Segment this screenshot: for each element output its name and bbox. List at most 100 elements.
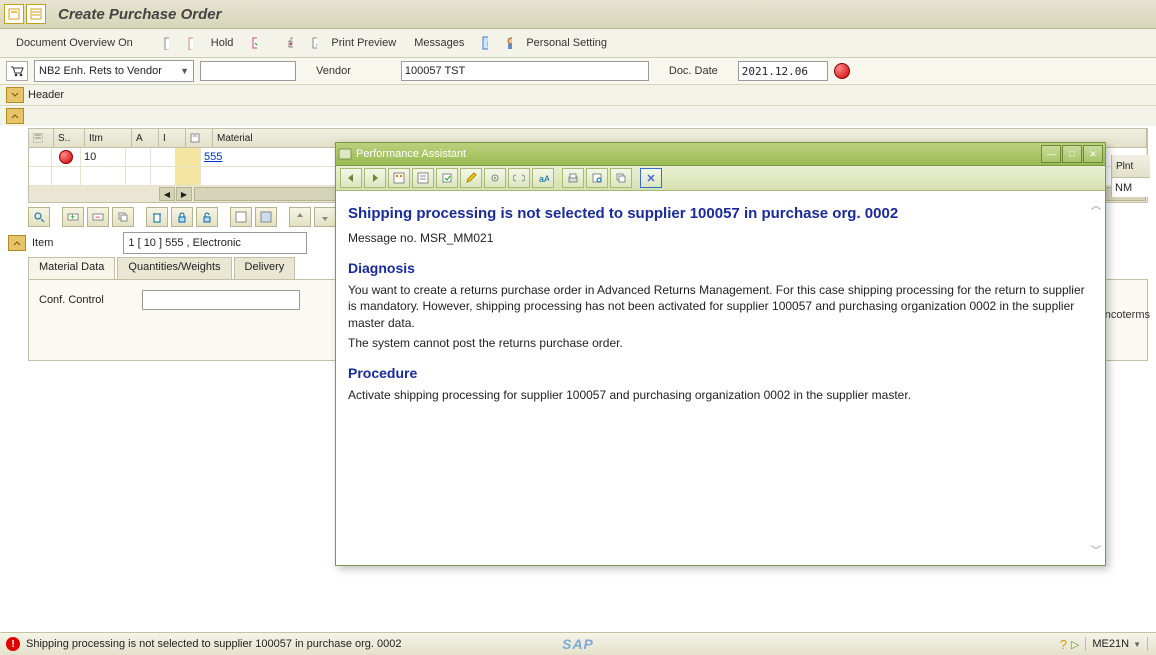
row-mat-icon[interactable]: [176, 148, 201, 166]
app-help-icon[interactable]: [412, 168, 434, 188]
scroll-right-icon[interactable]: ▶: [176, 187, 192, 201]
personal-setting-button[interactable]: Personal Setting: [520, 35, 613, 51]
item-overview-collapse-icon[interactable]: [6, 108, 24, 124]
doc-date-input[interactable]: 2021.12.06: [738, 61, 828, 81]
col-a[interactable]: A: [132, 129, 159, 147]
close-msg-icon[interactable]: [640, 168, 662, 188]
po-header-row: NB2 Enh. Rets to Vendor ▼ Vendor 100057 …: [0, 58, 1156, 85]
scroll-up-icon[interactable]: ︿: [1091, 197, 1101, 212]
lock-icon[interactable]: [171, 207, 193, 227]
col-status[interactable]: S..: [54, 129, 85, 147]
scroll-left-icon[interactable]: ◀: [159, 187, 175, 201]
print-preview-button[interactable]: Print Preview: [325, 35, 402, 51]
header-expand-icon[interactable]: [6, 87, 24, 103]
info-icon[interactable]: i: [476, 34, 494, 52]
vendor-input[interactable]: 100057 TST: [401, 61, 649, 81]
personal-setting-icon[interactable]: [500, 34, 518, 52]
copy-row-icon[interactable]: [112, 207, 134, 227]
vendor-label: Vendor: [316, 65, 351, 77]
print-msg-icon[interactable]: [562, 168, 584, 188]
item-detail-collapse-icon[interactable]: [8, 235, 26, 251]
performance-assistant-window: Performance Assistant — □ ✕ aA ︿ Shippin…: [335, 142, 1106, 566]
row-plnt[interactable]: NM: [1112, 178, 1150, 198]
row-selector[interactable]: [29, 148, 52, 166]
nav-forward-icon[interactable]: [364, 168, 386, 188]
svg-text:−: −: [95, 212, 100, 222]
col-config-icon[interactable]: [29, 129, 54, 147]
delete-row-icon[interactable]: −: [87, 207, 109, 227]
detail-icon[interactable]: [230, 207, 252, 227]
other-po-icon[interactable]: [181, 34, 199, 52]
po-type-value: NB2 Enh. Rets to Vendor: [39, 65, 162, 77]
header-label: Header: [28, 89, 64, 101]
svg-text:+: +: [70, 212, 75, 222]
select-all-icon[interactable]: [255, 207, 277, 227]
diagnosis-text-2: The system cannot post the returns purch…: [348, 335, 1093, 351]
tab-delivery[interactable]: Delivery: [234, 257, 296, 279]
perf-titlebar[interactable]: Performance Assistant — □ ✕: [336, 143, 1105, 166]
col-plnt[interactable]: Plnt: [1112, 155, 1150, 178]
tab-material-data[interactable]: Material Data: [28, 257, 115, 279]
doc-date-label: Doc. Date: [669, 65, 718, 77]
unlock-icon[interactable]: [196, 207, 218, 227]
col-i[interactable]: I: [159, 129, 186, 147]
check-icon[interactable]: [245, 34, 263, 52]
print-preview-msg-icon[interactable]: [586, 168, 608, 188]
help-icon[interactable]: ?: [1060, 637, 1067, 652]
perf-window-title: Performance Assistant: [356, 148, 466, 160]
perf-body[interactable]: ︿ Shipping processing is not selected to…: [336, 191, 1105, 563]
col-itm[interactable]: Itm: [85, 129, 132, 147]
maximize-button[interactable]: □: [1062, 145, 1082, 163]
title-bar: Create Purchase Order: [0, 0, 1156, 29]
conf-control-input[interactable]: [142, 290, 300, 310]
sap-logo: SAP: [562, 636, 594, 652]
row-a[interactable]: [126, 148, 151, 166]
status-error-icon[interactable]: [834, 63, 850, 79]
find-text-icon[interactable]: aA: [532, 168, 554, 188]
status-error-badge[interactable]: !: [6, 637, 20, 651]
trash-icon[interactable]: [146, 207, 168, 227]
procedure-heading: Procedure: [348, 365, 1093, 381]
copy-msg-icon[interactable]: [610, 168, 632, 188]
item-overview-section: [0, 106, 1156, 126]
scroll-down-icon[interactable]: ﹀: [1091, 542, 1101, 557]
doc-overview-button[interactable]: Document Overview On: [10, 35, 139, 51]
settings-icon[interactable]: [484, 168, 506, 188]
link-icon[interactable]: [508, 168, 530, 188]
app-icon-2: [26, 4, 46, 24]
tech-info-icon[interactable]: [388, 168, 410, 188]
print-icon[interactable]: [281, 34, 299, 52]
messages-button[interactable]: Messages: [408, 35, 470, 51]
item-label: Item: [32, 237, 53, 249]
grid-right-overflow: Plnt NM: [1111, 155, 1150, 197]
col-mat-icon[interactable]: [186, 129, 213, 147]
msg-number: Message no. MSR_MM021: [348, 230, 1093, 246]
create-icon[interactable]: [157, 34, 175, 52]
svg-text:aA: aA: [539, 174, 549, 184]
insert-row-icon[interactable]: +: [62, 207, 84, 227]
maintain-icon[interactable]: [436, 168, 458, 188]
minimize-button[interactable]: —: [1041, 145, 1061, 163]
edit-icon[interactable]: [460, 168, 482, 188]
nav-back-icon[interactable]: [340, 168, 362, 188]
cart-icon: [6, 61, 28, 81]
row-itm[interactable]: 10: [81, 148, 126, 166]
perf-window-icon: [338, 148, 352, 160]
app-toolbar: Document Overview On Hold Print Preview …: [0, 29, 1156, 58]
hold-button[interactable]: Hold: [205, 35, 240, 51]
nav-next-icon[interactable]: ▷: [1071, 638, 1079, 651]
sort-desc-icon[interactable]: [314, 207, 336, 227]
diagnosis-text-1: You want to create a returns purchase or…: [348, 282, 1093, 331]
po-number-input[interactable]: [200, 61, 296, 81]
close-button[interactable]: ✕: [1083, 145, 1103, 163]
find-icon[interactable]: [28, 207, 50, 227]
print-preview-icon[interactable]: [305, 34, 323, 52]
tcode-label: ME21N: [1092, 638, 1129, 650]
item-combo[interactable]: 1 [ 10 ] 555 , Electronic: [123, 232, 307, 254]
row-i[interactable]: [151, 148, 176, 166]
sort-asc-icon[interactable]: [289, 207, 311, 227]
incoterms-tab-clip[interactable]: ncoterms: [1105, 309, 1150, 321]
po-type-combo[interactable]: NB2 Enh. Rets to Vendor ▼: [34, 60, 194, 82]
tcode-menu-icon[interactable]: ▼: [1133, 640, 1141, 649]
tab-quantities[interactable]: Quantities/Weights: [117, 257, 231, 279]
